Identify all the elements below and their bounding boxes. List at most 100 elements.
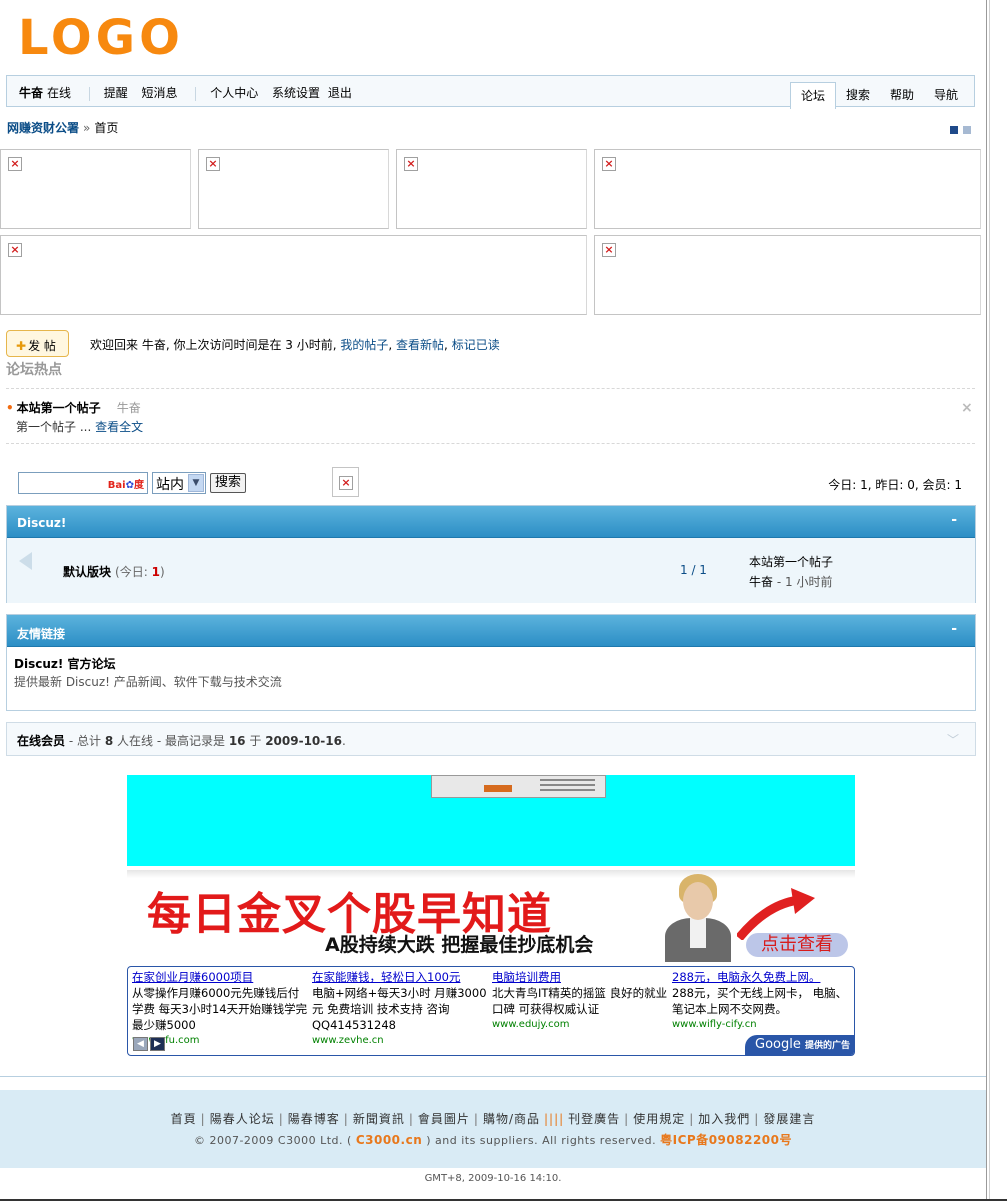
divider bbox=[6, 443, 975, 444]
last-post-title[interactable]: 本站第一个帖子 bbox=[749, 552, 833, 572]
site-logo[interactable]: LOGO bbox=[18, 10, 184, 66]
new-posts-link[interactable]: 查看新帖 bbox=[396, 338, 444, 352]
nav-reminders[interactable]: 提醒 bbox=[104, 86, 128, 100]
comma: , bbox=[444, 338, 448, 352]
broken-image-icon: × bbox=[602, 157, 616, 171]
tab-navigation[interactable]: 导航 bbox=[924, 82, 968, 108]
mini-ad-button bbox=[484, 785, 512, 792]
google-ad-2[interactable]: 在家能赚钱，轻松日入100元 电脑+网络+每天3小时 月赚3000元 免费培训 … bbox=[312, 969, 488, 1049]
divider bbox=[6, 388, 975, 389]
footer-link-forum[interactable]: 陽春人论坛 bbox=[210, 1112, 275, 1126]
google-ad-url[interactable]: www.zevhe.cn bbox=[312, 1033, 488, 1049]
links-header: 友情链接 - bbox=[7, 615, 975, 647]
window-scrollbar-edge bbox=[986, 0, 1007, 1201]
read-more-link[interactable]: 查看全文 bbox=[95, 420, 143, 434]
last-post-author[interactable]: 牛奋 bbox=[749, 575, 773, 589]
cyan-ad-banner[interactable] bbox=[127, 775, 855, 866]
baidu-logo-text-2: 度 bbox=[134, 480, 144, 491]
forum-link[interactable]: 默认版块 bbox=[63, 565, 111, 579]
new-post-button[interactable]: ✚ 发 帖 bbox=[6, 330, 69, 357]
footer-links: 首頁 | 陽春人论坛 | 陽春博客 | 新聞資訊 | 會員圖片 | 購物/商品 |||| 刊登廣告 | 使用… bbox=[170, 1112, 816, 1126]
small-ad-slot[interactable]: × bbox=[332, 467, 359, 497]
collapse-icon[interactable]: - bbox=[951, 512, 957, 528]
tab-forum[interactable]: 论坛 bbox=[789, 82, 836, 109]
brand-link[interactable]: C3000.cn bbox=[356, 1133, 422, 1147]
google-ad-3[interactable]: 电脑培训费用 北大青鸟IT精英的摇篮 良好的就业口碑 可获得权威认证 www.e… bbox=[492, 969, 668, 1033]
footer-link-join[interactable]: 加入我們 bbox=[698, 1112, 750, 1126]
footer-link-home[interactable]: 首頁 bbox=[171, 1112, 197, 1126]
search-bar: Bai✿度 站内 ▼ 搜索 bbox=[18, 472, 247, 494]
footer-link-photos[interactable]: 會員圖片 bbox=[418, 1112, 470, 1126]
tab-search[interactable]: 搜索 bbox=[836, 82, 880, 108]
footer-link-shop[interactable]: 購物/商品 bbox=[483, 1112, 540, 1126]
icp-link[interactable]: 粤ICP备09082200号 bbox=[660, 1133, 792, 1147]
search-button[interactable]: 搜索 bbox=[210, 473, 247, 493]
my-posts-link[interactable]: 我的帖子 bbox=[340, 338, 388, 352]
ad-pager: ◀ ▶ bbox=[133, 1037, 165, 1051]
main-tabs: 论坛 搜索 帮助 导航 bbox=[789, 82, 968, 109]
layout-wide-icon[interactable] bbox=[950, 126, 958, 134]
online-at: 于 bbox=[249, 734, 262, 748]
username[interactable]: 牛奋 bbox=[19, 86, 43, 100]
rising-arrow-icon bbox=[737, 888, 815, 940]
google-ad-url[interactable]: www.edujy.com bbox=[492, 1017, 668, 1033]
stock-ad-banner[interactable]: 每日金叉个股早知道 A股持续大跌 把握最佳抄底机会 点击查看 bbox=[127, 870, 855, 962]
online-total-prefix: - 总计 bbox=[68, 734, 101, 748]
chevron-down-icon[interactable]: ﹀ bbox=[947, 731, 959, 748]
businesswoman-image bbox=[659, 872, 739, 962]
footer-link-terms[interactable]: 使用規定 bbox=[633, 1112, 685, 1126]
nav-user-center[interactable]: 个人中心 bbox=[210, 86, 258, 100]
breadcrumb-site[interactable]: 网赚资财公署 bbox=[7, 121, 79, 135]
chevron-left-icon[interactable]: ◀ bbox=[133, 1037, 148, 1051]
ad-slot-4[interactable]: × bbox=[594, 149, 981, 229]
google-ad-title[interactable]: 288元，电脑永久免费上网。 bbox=[672, 969, 848, 985]
ad-slot-1[interactable]: × bbox=[0, 149, 191, 229]
footer-link-feedback[interactable]: 發展建言 bbox=[763, 1112, 815, 1126]
online-members-label[interactable]: 在线会员 bbox=[17, 734, 65, 748]
link-name[interactable]: Discuz! 官方论坛 bbox=[14, 655, 968, 672]
nav-settings[interactable]: 系统设置 bbox=[272, 86, 320, 100]
nav-logout[interactable]: 退出 bbox=[328, 86, 352, 100]
nav-messages[interactable]: 短消息 bbox=[142, 86, 178, 100]
google-ad-4[interactable]: 288元，电脑永久免费上网。 288元，买个无线上网卡， 电脑、笔记本上网不交网… bbox=[672, 969, 848, 1033]
hot-topic-author[interactable]: 牛奋 bbox=[117, 401, 141, 415]
forum-name: 默认版块 (今日: 1) bbox=[63, 563, 165, 580]
welcome-message: 欢迎回来 牛奋, 你上次访问时间是在 3 小时前, 我的帖子, 查看新帖, 标记… bbox=[90, 336, 500, 353]
collapse-icon[interactable]: - bbox=[951, 621, 957, 637]
google-ad-title[interactable]: 电脑培训费用 bbox=[492, 969, 668, 985]
forum-row: 默认版块 (今日: 1) 1 / 1 本站第一个帖子 牛奋 - 1 小时前 bbox=[7, 538, 975, 603]
chevron-right-icon[interactable]: ▶ bbox=[150, 1037, 165, 1051]
search-scope-select[interactable]: 站内 ▼ bbox=[152, 472, 206, 494]
mark-read-link[interactable]: 标记已读 bbox=[452, 338, 500, 352]
ad-slot-6[interactable]: × bbox=[594, 235, 981, 315]
ad-slot-3[interactable]: × bbox=[396, 149, 587, 229]
ad-slot-5[interactable]: × bbox=[0, 235, 587, 315]
forum-thread-post-count: 1 / 1 bbox=[680, 563, 707, 577]
online-status: 在线 bbox=[47, 86, 72, 100]
footer-link-advertise[interactable]: 刊登廣告 bbox=[568, 1112, 620, 1126]
copyright-text-2: ) and its suppliers. All rights reserved… bbox=[426, 1134, 657, 1147]
google-ad-desc: 电脑+网络+每天3小时 月赚3000元 免费培训 技术支持 咨询QQ414531… bbox=[312, 986, 487, 1032]
broken-image-icon: × bbox=[339, 476, 353, 490]
broken-image-icon: × bbox=[404, 157, 418, 171]
copyright-text: © 2007-2009 C3000 Ltd. ( bbox=[193, 1134, 352, 1147]
layout-narrow-icon[interactable] bbox=[963, 126, 971, 134]
google-ad-title[interactable]: 在家创业月赚6000项目 bbox=[132, 969, 308, 985]
footer-link-news[interactable]: 新聞資訊 bbox=[353, 1112, 405, 1126]
google-ad-desc: 从零操作月赚6000元先赚钱后付学费 每天3小时14天开始赚钱学完最少赚5000 bbox=[132, 986, 308, 1032]
bullet-icon: • bbox=[6, 401, 14, 415]
category-title[interactable]: Discuz! bbox=[17, 516, 66, 530]
category-header: Discuz! - bbox=[7, 506, 975, 538]
footer-link-blog[interactable]: 陽春博客 bbox=[288, 1112, 340, 1126]
stock-ad-cta[interactable]: 点击查看 bbox=[746, 933, 848, 957]
search-input[interactable]: Bai✿度 bbox=[18, 472, 148, 494]
google-ads-badge[interactable]: Google 提供的广告 bbox=[745, 1035, 854, 1055]
hot-topic-title[interactable]: 本站第一个帖子 bbox=[17, 401, 101, 415]
online-max-date: 2009-10-16 bbox=[265, 734, 342, 748]
ad-slot-2[interactable]: × bbox=[198, 149, 389, 229]
close-icon[interactable]: × bbox=[961, 400, 973, 416]
google-ad-url[interactable]: www.wifly-cify.cn bbox=[672, 1017, 848, 1033]
tab-help[interactable]: 帮助 bbox=[880, 82, 924, 108]
mini-ad-image[interactable] bbox=[431, 775, 606, 798]
google-ad-title[interactable]: 在家能赚钱，轻松日入100元 bbox=[312, 969, 488, 985]
